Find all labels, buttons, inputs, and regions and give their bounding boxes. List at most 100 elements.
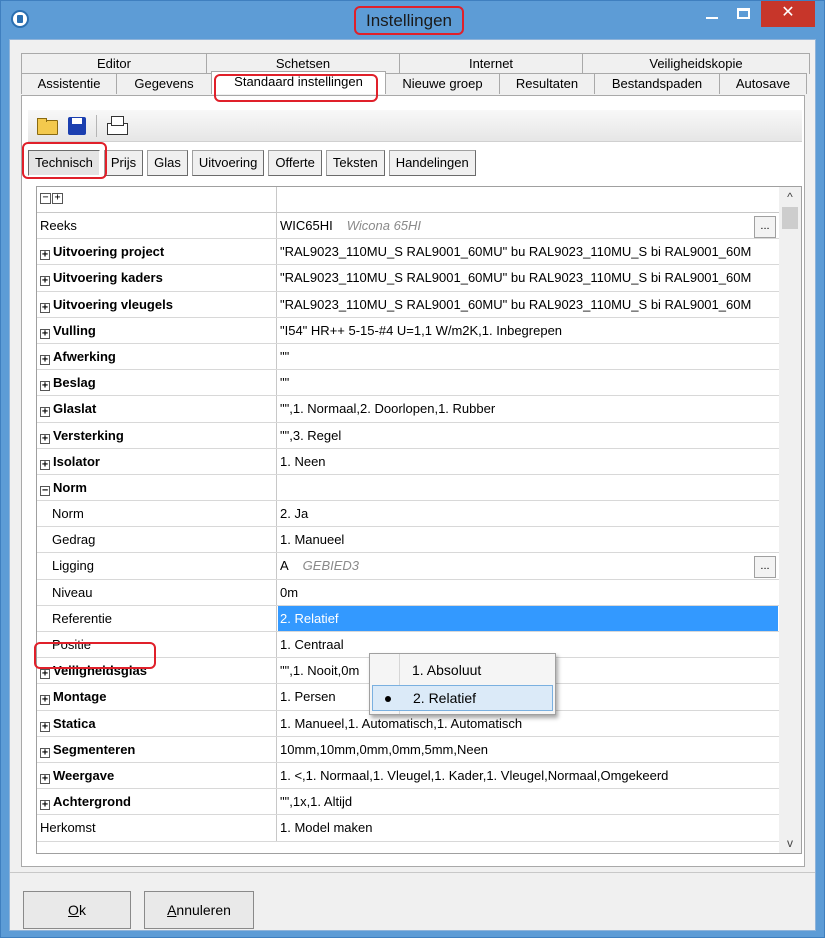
property-value[interactable]: 1. Model maken bbox=[278, 815, 778, 840]
browse-button[interactable]: ... bbox=[754, 216, 776, 238]
title-bar[interactable]: Instellingen ✕ bbox=[1, 1, 824, 39]
dropdown-option-relatief[interactable]: 2. Relatief bbox=[372, 685, 553, 711]
dropdown-option-absoluut[interactable]: 1. Absoluut bbox=[372, 657, 553, 683]
subtab-offerte[interactable]: Offerte bbox=[268, 150, 322, 176]
vertical-scrollbar[interactable]: ^ v bbox=[779, 187, 801, 853]
tab-resultaten[interactable]: Resultaten bbox=[499, 73, 595, 94]
tab-bestandspaden[interactable]: Bestandspaden bbox=[594, 73, 720, 94]
expand-icon[interactable]: + bbox=[40, 459, 50, 470]
expand-icon[interactable]: + bbox=[40, 407, 50, 418]
property-value[interactable]: 1. Neen bbox=[278, 449, 778, 474]
grid-row-herkomst[interactable]: Herkomst 1. Model maken bbox=[37, 815, 779, 842]
ok-button[interactable]: Ok bbox=[23, 891, 131, 929]
property-value[interactable]: 2. Ja bbox=[278, 501, 778, 526]
grid-row-beslag[interactable]: + Beslag "" bbox=[37, 370, 779, 397]
property-name-label: Positie bbox=[52, 637, 92, 652]
expand-all-icon[interactable]: + bbox=[52, 193, 63, 204]
property-value[interactable]: "",1. Normaal,2. Doorlopen,1. Rubber bbox=[278, 396, 778, 421]
property-value[interactable]: "" bbox=[278, 370, 778, 395]
expand-icon[interactable]: + bbox=[40, 669, 50, 680]
subtab-glas[interactable]: Glas bbox=[147, 150, 188, 176]
property-value[interactable] bbox=[278, 475, 778, 500]
property-value-hint: Wicona 65HI bbox=[346, 218, 422, 233]
grid-row-isolator[interactable]: + Isolator 1. Neen bbox=[37, 448, 779, 475]
print-icon[interactable] bbox=[103, 113, 129, 139]
grid-row-gedrag[interactable]: Gedrag 1. Manueel bbox=[37, 527, 779, 554]
property-value-text: 1. Persen bbox=[280, 689, 336, 705]
grid-row-segmenteren[interactable]: + Segmenteren 10mm,10mm,0mm,0mm,5mm,Neen bbox=[37, 736, 779, 763]
expand-icon[interactable]: + bbox=[40, 695, 50, 706]
expand-icon[interactable]: + bbox=[40, 276, 50, 287]
save-icon[interactable] bbox=[64, 113, 90, 139]
property-value[interactable]: "RAL9023_110MU_S RAL9001_60MU" bu RAL902… bbox=[278, 265, 778, 290]
tab-gegevens[interactable]: Gegevens bbox=[116, 73, 212, 94]
scroll-down-icon[interactable]: v bbox=[779, 833, 801, 853]
scroll-thumb[interactable] bbox=[782, 207, 798, 229]
property-value[interactable]: 2. Relatief bbox=[278, 605, 778, 631]
tab-nieuwe-groep[interactable]: Nieuwe groep bbox=[385, 73, 500, 94]
property-value[interactable]: "I54" HR++ 5-15-#4 U=1,1 W/m2K,1. Inbegr… bbox=[278, 318, 778, 343]
subtab-teksten[interactable]: Teksten bbox=[325, 150, 385, 176]
collapse-icon[interactable]: − bbox=[40, 485, 50, 496]
cancel-button[interactable]: Annuleren bbox=[144, 891, 254, 929]
expand-icon[interactable]: + bbox=[40, 721, 50, 732]
expand-icon[interactable]: + bbox=[40, 800, 50, 811]
expand-icon[interactable]: + bbox=[40, 433, 50, 444]
property-value[interactable]: "RAL9023_110MU_S RAL9001_60MU" bu RAL902… bbox=[278, 239, 778, 264]
expand-icon[interactable]: + bbox=[40, 747, 50, 758]
subtab-handelingen[interactable]: Handelingen bbox=[388, 150, 476, 176]
close-button[interactable]: ✕ bbox=[761, 1, 815, 27]
property-value-text: 1. Centraal bbox=[280, 637, 344, 652]
app-icon[interactable] bbox=[11, 10, 29, 28]
property-value[interactable]: "RAL9023_110MU_S RAL9001_60MU" bu RAL902… bbox=[278, 292, 778, 317]
property-name: Referentie bbox=[37, 605, 277, 631]
grid-row-niveau[interactable]: Niveau 0m bbox=[37, 579, 779, 606]
grid-row-versterking[interactable]: + Versterking "",3. Regel bbox=[37, 422, 779, 449]
grid-row-achtergrond[interactable]: + Achtergrond "",1x,1. Altijd bbox=[37, 789, 779, 816]
tab-veiligheidskopie[interactable]: Veiligheidskopie bbox=[582, 53, 810, 74]
property-value[interactable]: "" bbox=[278, 344, 778, 369]
grid-row-norm[interactable]: − Norm bbox=[37, 474, 779, 502]
subtab-prijs[interactable]: Prijs bbox=[103, 150, 144, 176]
property-name-label: Norm bbox=[52, 506, 84, 522]
property-value[interactable]: "",3. Regel bbox=[278, 423, 778, 448]
tab-internet[interactable]: Internet bbox=[399, 53, 583, 74]
tab-autosave[interactable]: Autosave bbox=[719, 73, 807, 94]
referentie-dropdown[interactable]: 1. Absoluut 2. Relatief bbox=[369, 653, 556, 715]
grid-row-glaslat[interactable]: + Glaslat "",1. Normaal,2. Doorlopen,1. Ru… bbox=[37, 396, 779, 423]
expand-icon[interactable]: + bbox=[40, 302, 50, 313]
scroll-up-icon[interactable]: ^ bbox=[779, 187, 801, 207]
expand-icon[interactable]: + bbox=[40, 381, 50, 392]
grid-row-weergave[interactable]: + Weergave 1. <,1. Normaal,1. Vleugel,1. K… bbox=[37, 762, 779, 790]
browse-button[interactable]: ... bbox=[754, 556, 776, 579]
minimize-button[interactable] bbox=[698, 1, 726, 27]
grid-row-afwerking[interactable]: + Afwerking "" bbox=[37, 343, 779, 371]
grid-row-reeks[interactable]: Reeks WIC65HI Wicona 65HI... bbox=[37, 213, 779, 240]
grid-row-ligging[interactable]: Ligging A GEBIED3... bbox=[37, 553, 779, 580]
property-value[interactable]: 1. Manueel bbox=[278, 527, 778, 552]
grid-row-norm[interactable]: Norm 2. Ja bbox=[37, 501, 779, 528]
grid-row-referentie[interactable]: Referentie 2. Relatief bbox=[37, 605, 779, 632]
property-value[interactable]: 10mm,10mm,0mm,0mm,5mm,Neen bbox=[278, 737, 778, 762]
property-value[interactable]: 1. <,1. Normaal,1. Vleugel,1. Kader,1. V… bbox=[278, 763, 778, 788]
property-value[interactable]: A GEBIED3... bbox=[278, 553, 778, 579]
tab-editor[interactable]: Editor bbox=[21, 53, 207, 74]
tab-standaard-instellingen[interactable]: Standaard instellingen bbox=[211, 71, 386, 94]
grid-row-uitvoering-kaders[interactable]: + Uitvoering kaders "RAL9023_110MU_S RAL90… bbox=[37, 265, 779, 292]
tab-assistentie[interactable]: Assistentie bbox=[21, 73, 117, 94]
property-value[interactable]: WIC65HI Wicona 65HI... bbox=[278, 213, 778, 238]
folder-open-icon[interactable] bbox=[34, 113, 60, 139]
collapse-all-icon[interactable]: − bbox=[40, 193, 51, 204]
grid-row-vulling[interactable]: + Vulling "I54" HR++ 5-15-#4 U=1,1 W/m2K,1… bbox=[37, 317, 779, 344]
subtab-technisch[interactable]: Technisch bbox=[28, 150, 100, 176]
maximize-button[interactable] bbox=[729, 1, 757, 27]
grid-row-uitvoering-project[interactable]: + Uitvoering project "RAL9023_110MU_S RAL9… bbox=[37, 239, 779, 266]
expand-icon[interactable]: + bbox=[40, 250, 50, 261]
subtab-uitvoering[interactable]: Uitvoering bbox=[191, 150, 265, 176]
grid-row-uitvoering-vleugels[interactable]: + Uitvoering vleugels "RAL9023_110MU_S RAL… bbox=[37, 291, 779, 318]
property-value[interactable]: 0m bbox=[278, 580, 778, 605]
expand-icon[interactable]: + bbox=[40, 773, 50, 784]
expand-icon[interactable]: + bbox=[40, 354, 50, 365]
property-value[interactable]: "",1x,1. Altijd bbox=[278, 789, 778, 814]
expand-icon[interactable]: + bbox=[40, 328, 50, 339]
